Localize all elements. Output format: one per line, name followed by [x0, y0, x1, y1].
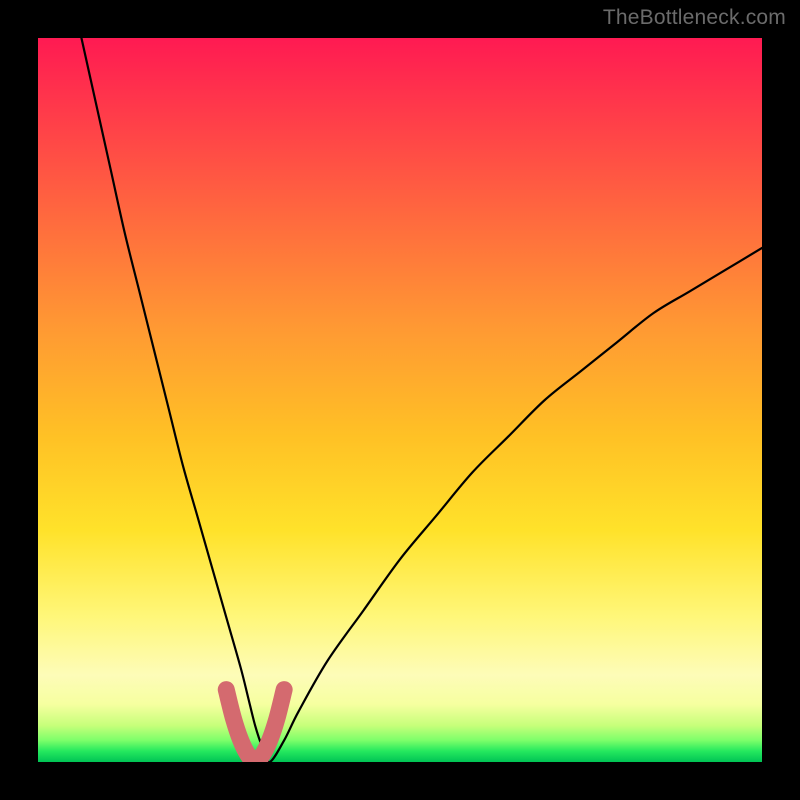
bottleneck-curve — [81, 38, 762, 762]
chart-svg — [38, 38, 762, 762]
plot-area — [38, 38, 762, 762]
watermark-text: TheBottleneck.com — [603, 6, 786, 30]
chart-frame: TheBottleneck.com — [0, 0, 800, 800]
